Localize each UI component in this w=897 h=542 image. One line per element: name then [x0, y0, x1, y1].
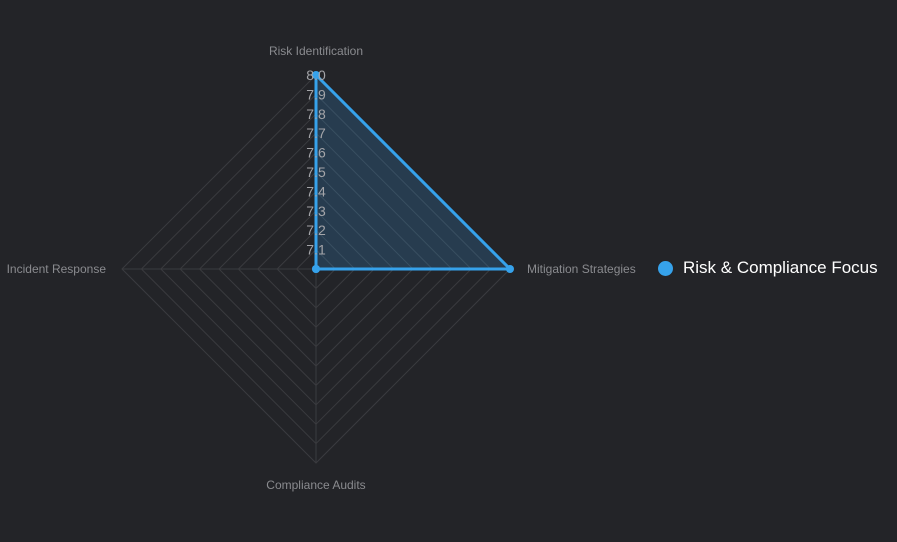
chart-container: 7.1 7.2 7.3 7.4 7.5 7.6 7.7 7.8 7.9 8.0 Risk Iden… — [0, 0, 897, 542]
legend[interactable]: Risk & Compliance Focus — [658, 258, 878, 278]
tick-label: 7.5 — [306, 164, 326, 180]
axis-label: Risk Identification — [269, 44, 363, 58]
tick-label: 7.8 — [306, 106, 326, 122]
tick-label: 7.6 — [306, 145, 326, 161]
data-point[interactable] — [506, 265, 514, 273]
tick-label: 7.1 — [306, 242, 326, 258]
tick-label: 8.0 — [306, 67, 326, 83]
legend-label[interactable]: Risk & Compliance Focus — [683, 258, 878, 278]
tick-label: 7.7 — [306, 125, 326, 141]
radar-series — [314, 71, 514, 271]
axis-label: Mitigation Strategies — [527, 262, 636, 276]
tick-label: 7.3 — [306, 203, 326, 219]
axis-label: Compliance Audits — [266, 478, 365, 492]
tick-label: 7.4 — [306, 183, 326, 199]
legend-swatch — [658, 260, 673, 276]
axis-label: Incident Response — [7, 262, 107, 276]
tick-label: 7.9 — [306, 86, 326, 102]
series-area — [314, 71, 514, 271]
tick-label: 7.2 — [306, 222, 326, 238]
data-point[interactable] — [312, 265, 320, 273]
